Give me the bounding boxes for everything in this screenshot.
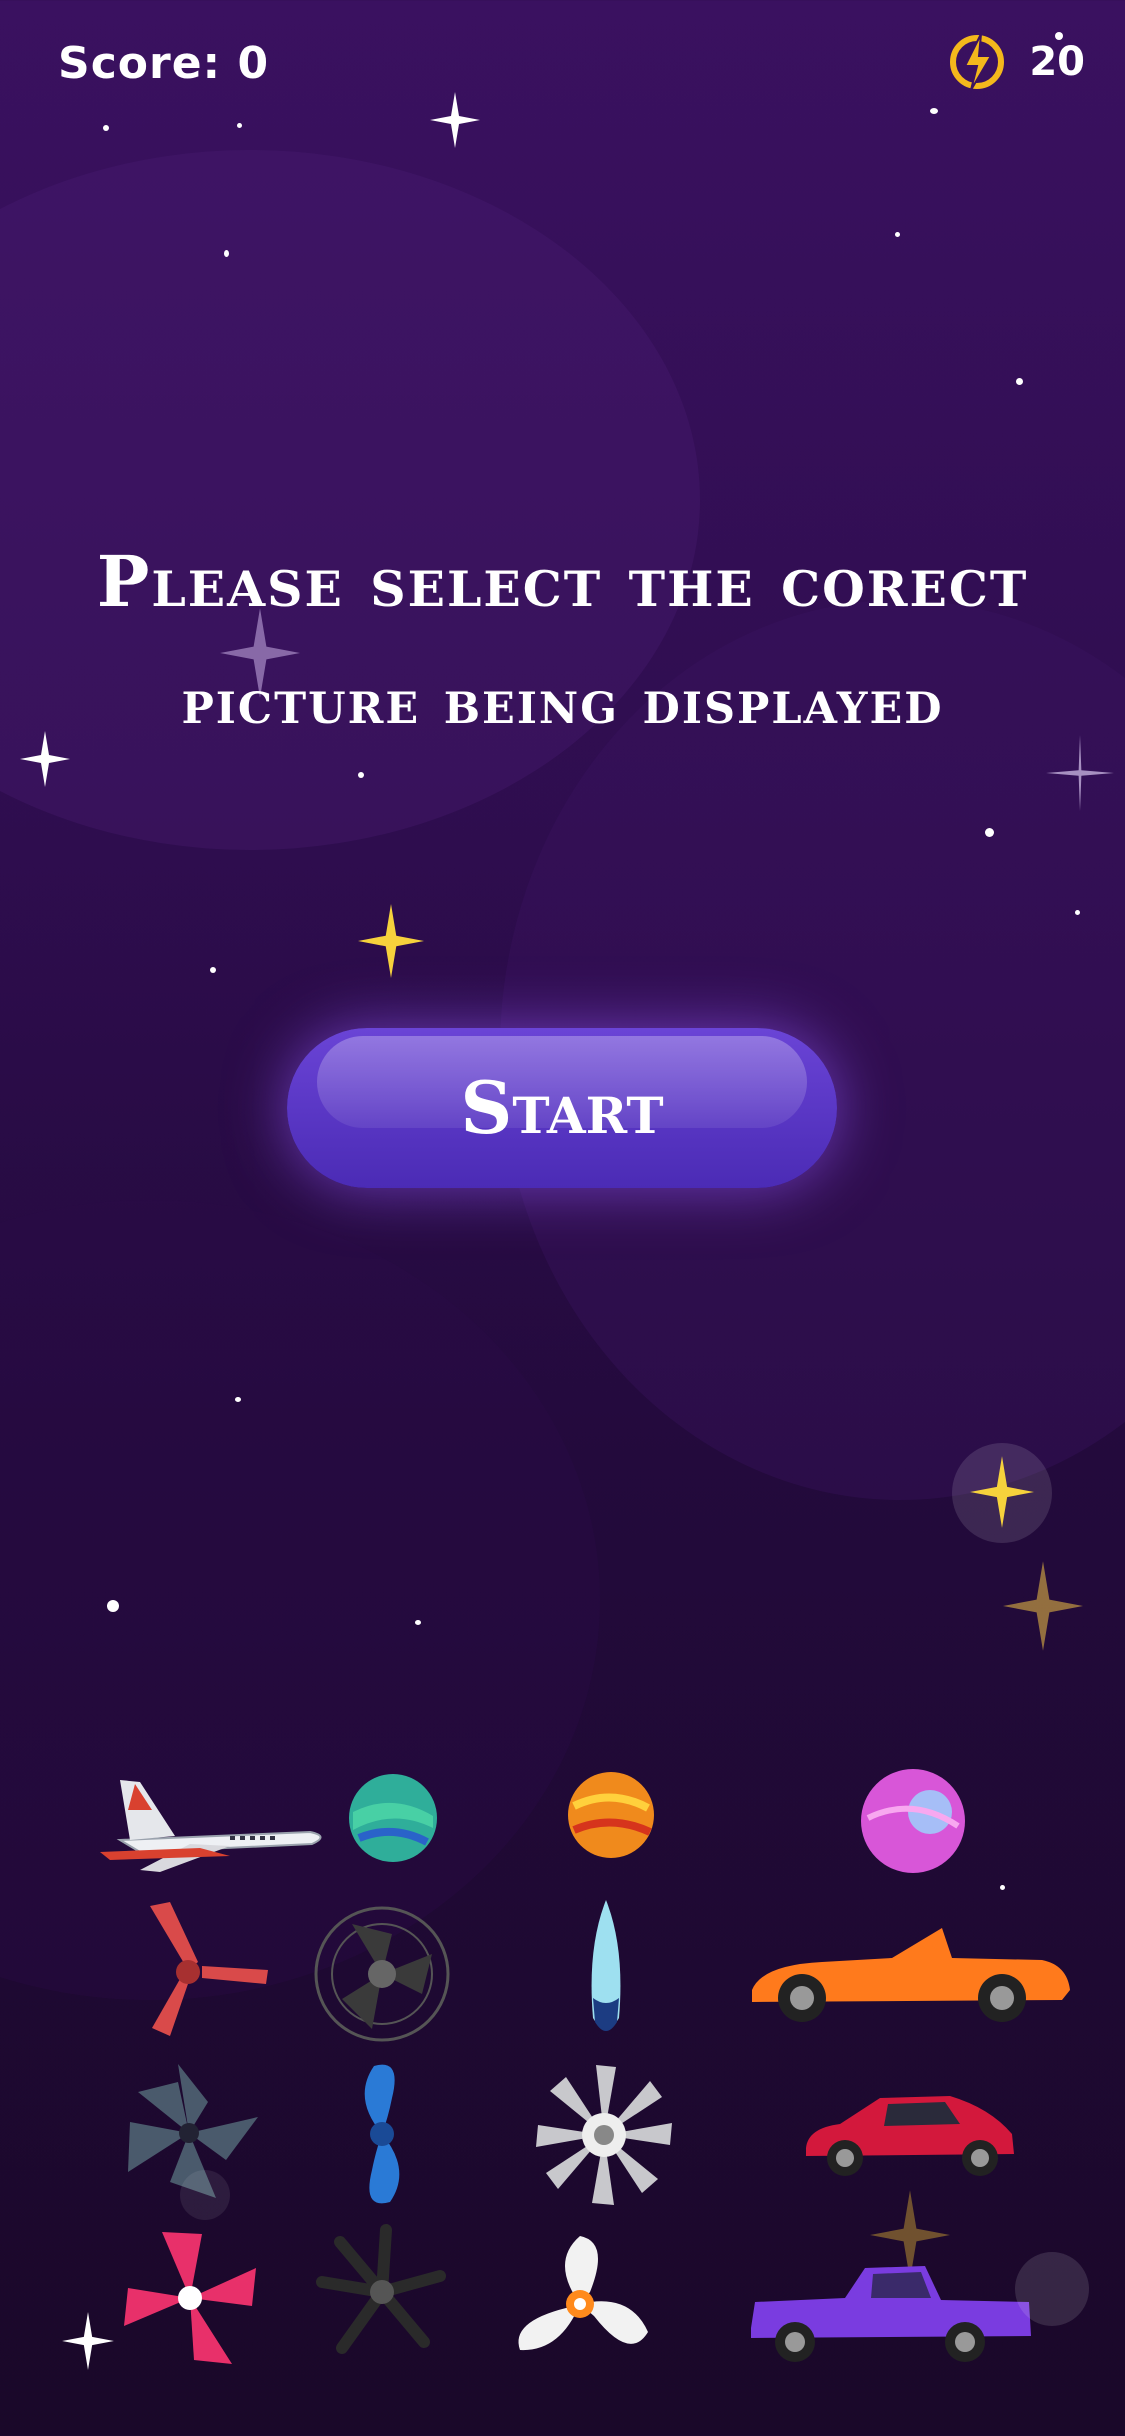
sparkle-icon: [62, 2312, 114, 2370]
star-dot: [358, 772, 364, 778]
red-propeller-icon[interactable]: [140, 1900, 270, 2040]
instruction-line-1: Please select the corect: [96, 540, 1029, 623]
instruction-line-2: picture being displayed: [181, 665, 944, 738]
sparkle-icon: [358, 904, 424, 978]
surfboard-icon[interactable]: [585, 1898, 627, 2040]
start-button[interactable]: Start: [287, 1028, 837, 1188]
glow-orb: [180, 2170, 230, 2220]
star-dot: [895, 232, 900, 237]
green-planet-icon[interactable]: [347, 1772, 439, 1864]
star-dot: [237, 123, 242, 128]
star-dot: [415, 1620, 421, 1625]
star-dot: [107, 1600, 119, 1612]
white-propeller-icon[interactable]: [510, 2232, 652, 2366]
score-label: Score: 0: [58, 38, 270, 89]
star-dot: [1075, 910, 1080, 915]
orange-convertible-icon[interactable]: [742, 1920, 1072, 2025]
star-dot: [210, 967, 216, 973]
purple-pickup-icon[interactable]: [745, 2258, 1035, 2366]
sparkle-icon: [20, 731, 70, 787]
fan-icon[interactable]: [312, 1904, 452, 2044]
background-swirl: [0, 150, 700, 850]
star-dot: [930, 108, 938, 114]
star-dot: [224, 250, 229, 257]
turbine-icon[interactable]: [532, 2063, 676, 2207]
star-dot: [103, 125, 109, 131]
glow-orb: [1015, 2252, 1089, 2326]
pink-planet-icon[interactable]: [858, 1766, 968, 1876]
energy-counter: 20: [947, 30, 1085, 94]
orange-planet-icon[interactable]: [566, 1770, 656, 1860]
blue-propeller-icon[interactable]: [312, 2058, 452, 2210]
lightning-icon: [950, 33, 1005, 91]
pink-propeller-icon[interactable]: [122, 2228, 258, 2368]
black-propeller-icon[interactable]: [312, 2222, 452, 2362]
start-button-label: Start: [460, 1065, 664, 1150]
sparkle-icon: [430, 92, 480, 148]
energy-value: 20: [1029, 39, 1085, 85]
star-dot: [1055, 32, 1063, 40]
sparkle-icon: [970, 1456, 1034, 1528]
airplane-icon[interactable]: [80, 1770, 330, 1880]
star-dot: [1000, 1885, 1005, 1890]
star-dot: [985, 828, 994, 837]
star-dot: [1016, 378, 1023, 385]
red-hatchback-icon[interactable]: [800, 2088, 1020, 2178]
star-dot: [235, 1397, 241, 1402]
sparkle-icon: [1003, 1561, 1083, 1651]
sparkle-icon: [1046, 735, 1114, 811]
background-swirl: [0, 1200, 600, 2000]
